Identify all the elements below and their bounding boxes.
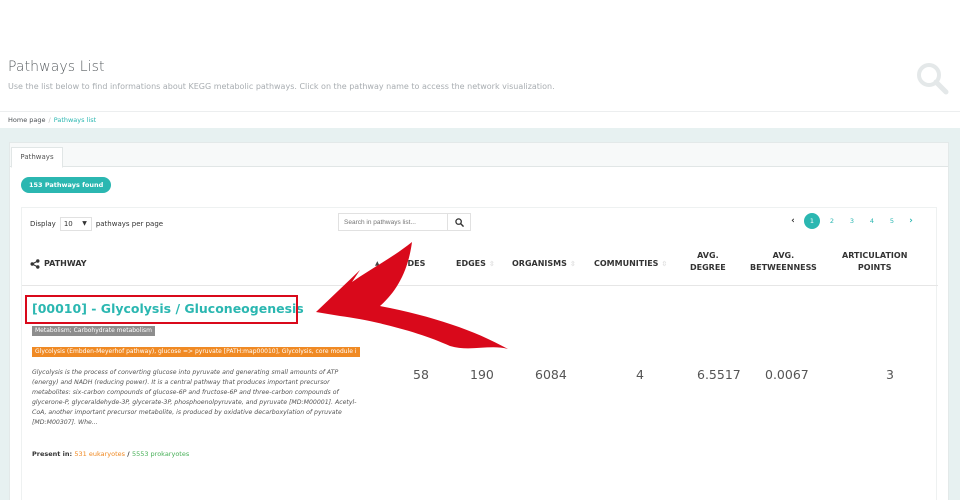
pagination-page-3[interactable]: 3 (842, 217, 862, 225)
column-label-avg-degree-line2: DEGREE (690, 263, 726, 272)
column-label-articulation-line2: POINTS (857, 263, 892, 272)
column-header-avg-betweenness[interactable]: AVG. BETWEENNESS (750, 250, 817, 274)
avg-degree-cell: 6.5517 (697, 367, 741, 382)
present-in: Present in: 531 eukaryotes / 5553 prokar… (32, 450, 189, 458)
per-page-select[interactable]: 10 ▼ (59, 217, 92, 231)
column-label-communities: COMMUNITIES (594, 259, 659, 268)
tab-pathways[interactable]: Pathways (11, 147, 63, 168)
column-label-pathway: PATHWAY (44, 259, 87, 268)
column-header-articulation-points[interactable]: ARTICULATION POINTS (842, 250, 907, 274)
module-badge: Glycolysis (Embden-Meyerhof pathway), gl… (32, 347, 360, 357)
page-header: Pathways List Use the list below to find… (0, 50, 960, 112)
sort-ascending-icon[interactable]: ▲ (375, 260, 380, 267)
column-label-organisms: ORGANISMS (512, 259, 567, 268)
highlight-box (25, 295, 298, 324)
pagination-prev-button[interactable]: ‹ (784, 216, 802, 226)
column-header-avg-degree[interactable]: AVG. DEGREE (690, 250, 726, 274)
column-label-nodes: NODES (394, 259, 426, 268)
sort-icon: ⇳ (488, 260, 495, 268)
column-header-edges[interactable]: EDGES ⇳ (456, 258, 495, 270)
nodes-cell: 58 (413, 367, 429, 382)
breadcrumb-current[interactable]: Pathways list (54, 116, 96, 124)
page-title: Pathways List (8, 59, 105, 75)
caret-down-icon: ▼ (82, 220, 87, 227)
search-icon[interactable] (914, 60, 950, 96)
pagination-next-button[interactable]: › (902, 216, 920, 226)
table-row: [00010] - Glycolysis / Gluconeogenesis M… (22, 288, 938, 500)
content-area: Pathways 153 Pathways found Display 10 ▼… (0, 128, 960, 500)
prokaryotes-link[interactable]: 5553 prokaryotes (132, 450, 189, 458)
display-control: Display 10 ▼ pathways per page (30, 217, 163, 231)
page-subtitle: Use the list below to find informations … (8, 82, 555, 91)
communities-cell: 4 (636, 367, 644, 382)
tab-bar: Pathways (10, 143, 948, 168)
column-header-communities[interactable]: COMMUNITIES ⇳ (594, 258, 667, 270)
pathways-found-badge: 153 Pathways found (21, 177, 112, 193)
column-header-organisms[interactable]: ORGANISMS ⇳ (512, 258, 576, 270)
eukaryotes-link[interactable]: 531 eukaryotes (74, 450, 125, 458)
avg-betweenness-cell: 0.0067 (765, 367, 809, 382)
pagination-page-2[interactable]: 2 (822, 217, 842, 225)
breadcrumb: Home page / Pathways list (8, 116, 96, 124)
articulation-points-cell: 3 (886, 367, 894, 382)
column-label-avg-degree-line1: AVG. (697, 251, 719, 260)
column-label-articulation-line1: ARTICULATION (842, 251, 908, 260)
column-header-pathway[interactable]: PATHWAY (30, 258, 87, 270)
pagination-page-4[interactable]: 4 (862, 217, 882, 225)
present-in-separator: / (125, 450, 132, 458)
pathways-panel: Pathways 153 Pathways found Display 10 ▼… (9, 142, 949, 500)
category-badge: Metabolism; Carbohydrate metabolism (32, 326, 156, 336)
pagination-page-5[interactable]: 5 (882, 217, 902, 225)
display-label: Display (30, 220, 56, 228)
per-page-suffix: pathways per page (95, 220, 164, 228)
pathways-search-input[interactable] (338, 213, 448, 231)
organisms-cell: 6084 (535, 367, 567, 382)
column-header-nodes[interactable]: NODES (394, 258, 425, 270)
breadcrumb-separator: / (48, 116, 51, 124)
sort-icon: ⇳ (569, 260, 576, 268)
sort-icon: ⇳ (661, 260, 668, 268)
table-header: PATHWAY ▲ NODES EDGES ⇳ ORGANISMS ⇳ COMMUN… (22, 246, 938, 286)
column-label-edges: EDGES (456, 259, 486, 268)
column-label-avg-betweenness-line2: BETWEENNESS (750, 263, 817, 272)
per-page-value: 10 (63, 220, 73, 228)
search-icon (454, 217, 464, 227)
present-in-label: Present in: (32, 450, 73, 458)
pathway-description: Glycolysis is the process of converting … (32, 369, 357, 427)
search-button[interactable] (447, 213, 471, 231)
pagination: ‹ 1 2 3 4 5 › (784, 213, 920, 229)
column-label-avg-betweenness-line1: AVG. (772, 251, 795, 260)
breadcrumb-home-link[interactable]: Home page (8, 116, 46, 124)
edges-cell: 190 (470, 367, 494, 382)
pathways-table: Display 10 ▼ pathways per page ‹ 1 2 3 (21, 207, 938, 500)
pagination-page-1[interactable]: 1 (804, 213, 820, 229)
share-icon (30, 259, 40, 269)
